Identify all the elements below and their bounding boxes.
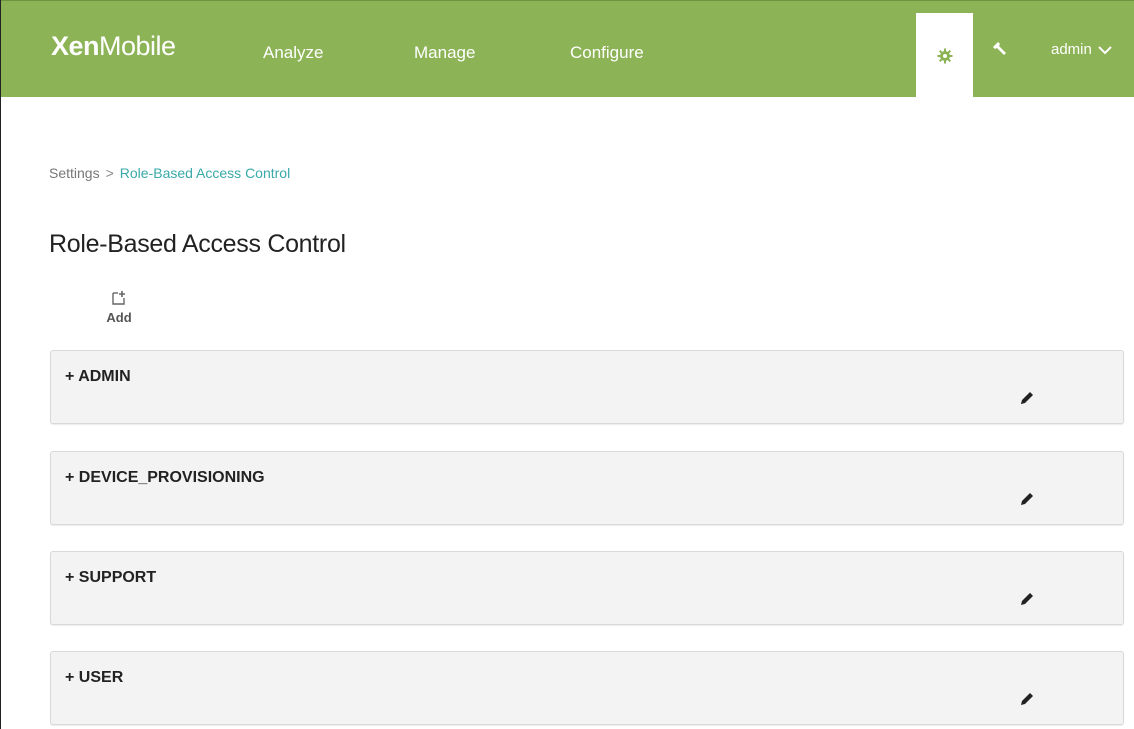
logo-bold-text: Xen [51, 31, 100, 61]
nav-configure[interactable]: Configure [570, 43, 644, 63]
nav-manage[interactable]: Manage [414, 43, 475, 63]
add-page-icon [112, 291, 125, 305]
edit-role-button[interactable] [1017, 689, 1037, 709]
breadcrumb-parent[interactable]: Settings [49, 165, 100, 181]
breadcrumb: Settings > Role-Based Access Control [49, 165, 290, 181]
edit-role-button[interactable] [1017, 589, 1037, 609]
wrench-icon [993, 42, 1006, 55]
gear-icon [937, 48, 952, 63]
role-label[interactable]: + ADMIN [65, 368, 131, 386]
nav-analyze[interactable]: Analyze [263, 43, 323, 63]
breadcrumb-separator: > [105, 165, 114, 181]
add-label: Add [106, 310, 132, 325]
pencil-icon [1021, 693, 1033, 705]
pencil-icon [1021, 593, 1033, 605]
tools-button[interactable] [988, 37, 1012, 61]
user-menu[interactable]: admin [1051, 41, 1112, 58]
logo-light-text: Mobile [99, 31, 176, 61]
page-title: Role-Based Access Control [49, 230, 346, 258]
user-name: admin [1051, 41, 1092, 58]
top-navigation-bar: XenMobile Analyze Manage Configure admin [1, 0, 1134, 98]
pencil-icon [1021, 392, 1033, 404]
pencil-icon [1021, 493, 1033, 505]
role-label[interactable]: + USER [65, 669, 123, 687]
edit-role-button[interactable] [1017, 489, 1037, 509]
add-button[interactable]: Add [97, 290, 141, 325]
role-card-user[interactable]: + USER [50, 651, 1124, 725]
xenmobile-logo[interactable]: XenMobile [51, 31, 176, 62]
breadcrumb-current[interactable]: Role-Based Access Control [120, 165, 290, 181]
settings-tab[interactable] [916, 13, 973, 98]
app-window: XenMobile Analyze Manage Configure admin… [0, 0, 1134, 729]
role-label[interactable]: + SUPPORT [65, 569, 156, 587]
role-label[interactable]: + DEVICE_PROVISIONING [65, 469, 265, 487]
role-card-admin[interactable]: + ADMIN [50, 350, 1124, 424]
role-card-device-provisioning[interactable]: + DEVICE_PROVISIONING [50, 451, 1124, 525]
chevron-down-icon [1098, 45, 1112, 54]
edit-role-button[interactable] [1017, 388, 1037, 408]
role-card-support[interactable]: + SUPPORT [50, 551, 1124, 625]
